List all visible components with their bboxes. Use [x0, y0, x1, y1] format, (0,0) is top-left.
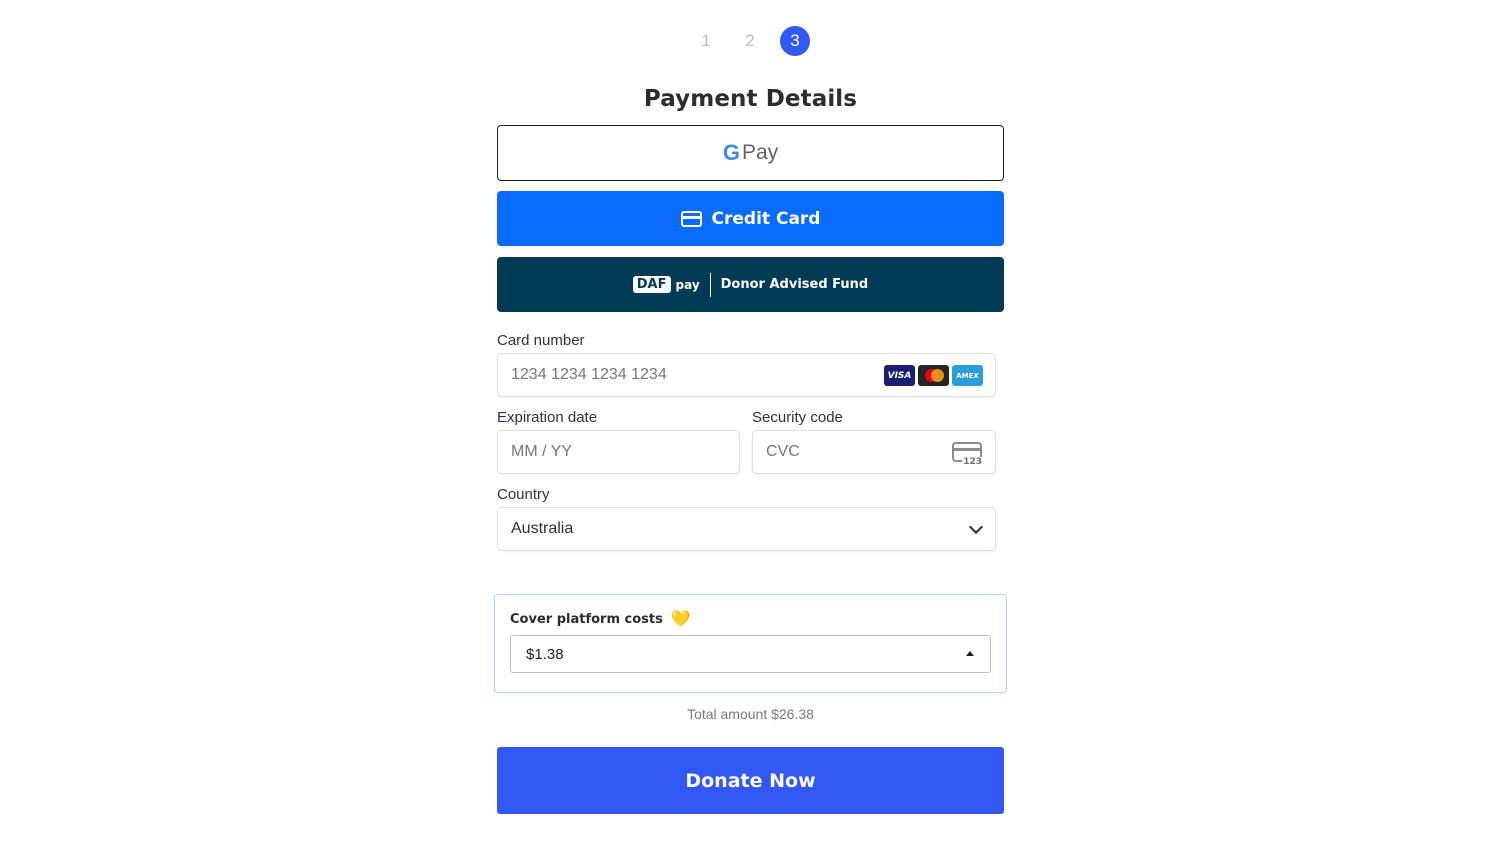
cover-platform-costs: Cover platform costs 💛 $1.38: [494, 594, 1007, 693]
gpay-label: Pay: [741, 141, 779, 164]
step-3-active[interactable]: 3: [780, 26, 810, 56]
security-code-label: Security code: [752, 409, 843, 426]
card-number-label: Card number: [497, 332, 585, 349]
step-1[interactable]: 1: [691, 26, 721, 56]
stepper: 1 2 3: [0, 26, 1500, 56]
caret-up-icon: [966, 651, 974, 656]
step-2[interactable]: 2: [735, 26, 765, 56]
card-number-placeholder: 1234 1234 1234 1234: [511, 366, 667, 383]
credit-card-label: Credit Card: [711, 208, 821, 229]
country-label: Country: [497, 486, 550, 503]
expiration-placeholder: MM / YY: [511, 443, 573, 460]
page-title: Payment Details: [643, 86, 858, 112]
daf-label: Donor Advised Fund: [720, 277, 869, 292]
mastercard-icon: [918, 365, 949, 386]
heart-icon: 💛: [670, 609, 691, 628]
cvc-placeholder: CVC: [766, 443, 800, 460]
chevron-down-icon: [968, 519, 984, 535]
card-brands: VISA AMEX: [884, 365, 983, 386]
credit-card-button[interactable]: Credit Card: [497, 191, 1004, 246]
card-number-input[interactable]: 1234 1234 1234 1234 VISA AMEX: [497, 353, 996, 397]
cvc-card-icon: 123: [952, 442, 983, 467]
daf-pay-button[interactable]: DAF pay Donor Advised Fund: [497, 257, 1004, 312]
expiration-label: Expiration date: [497, 409, 598, 426]
expiration-input[interactable]: MM / YY: [497, 430, 740, 474]
country-select[interactable]: Australia: [497, 507, 996, 551]
total-amount: Total amount $26.38: [687, 706, 814, 722]
cover-costs-select[interactable]: $1.38: [510, 635, 991, 673]
cover-costs-title: Cover platform costs 💛: [510, 609, 691, 628]
credit-card-icon: [680, 210, 702, 227]
daf-pay-text: pay: [675, 277, 700, 292]
divider: [709, 272, 711, 297]
amex-icon: AMEX: [952, 365, 983, 386]
country-value: Australia: [511, 520, 574, 537]
cover-costs-value: $1.38: [526, 645, 564, 663]
daf-logo: DAF: [632, 276, 671, 293]
security-code-input[interactable]: CVC 123: [752, 430, 996, 474]
google-g-icon: G: [722, 140, 740, 165]
google-pay-button[interactable]: G Pay: [497, 125, 1004, 181]
visa-icon: VISA: [884, 365, 915, 386]
donate-now-button[interactable]: Donate Now: [497, 747, 1004, 814]
